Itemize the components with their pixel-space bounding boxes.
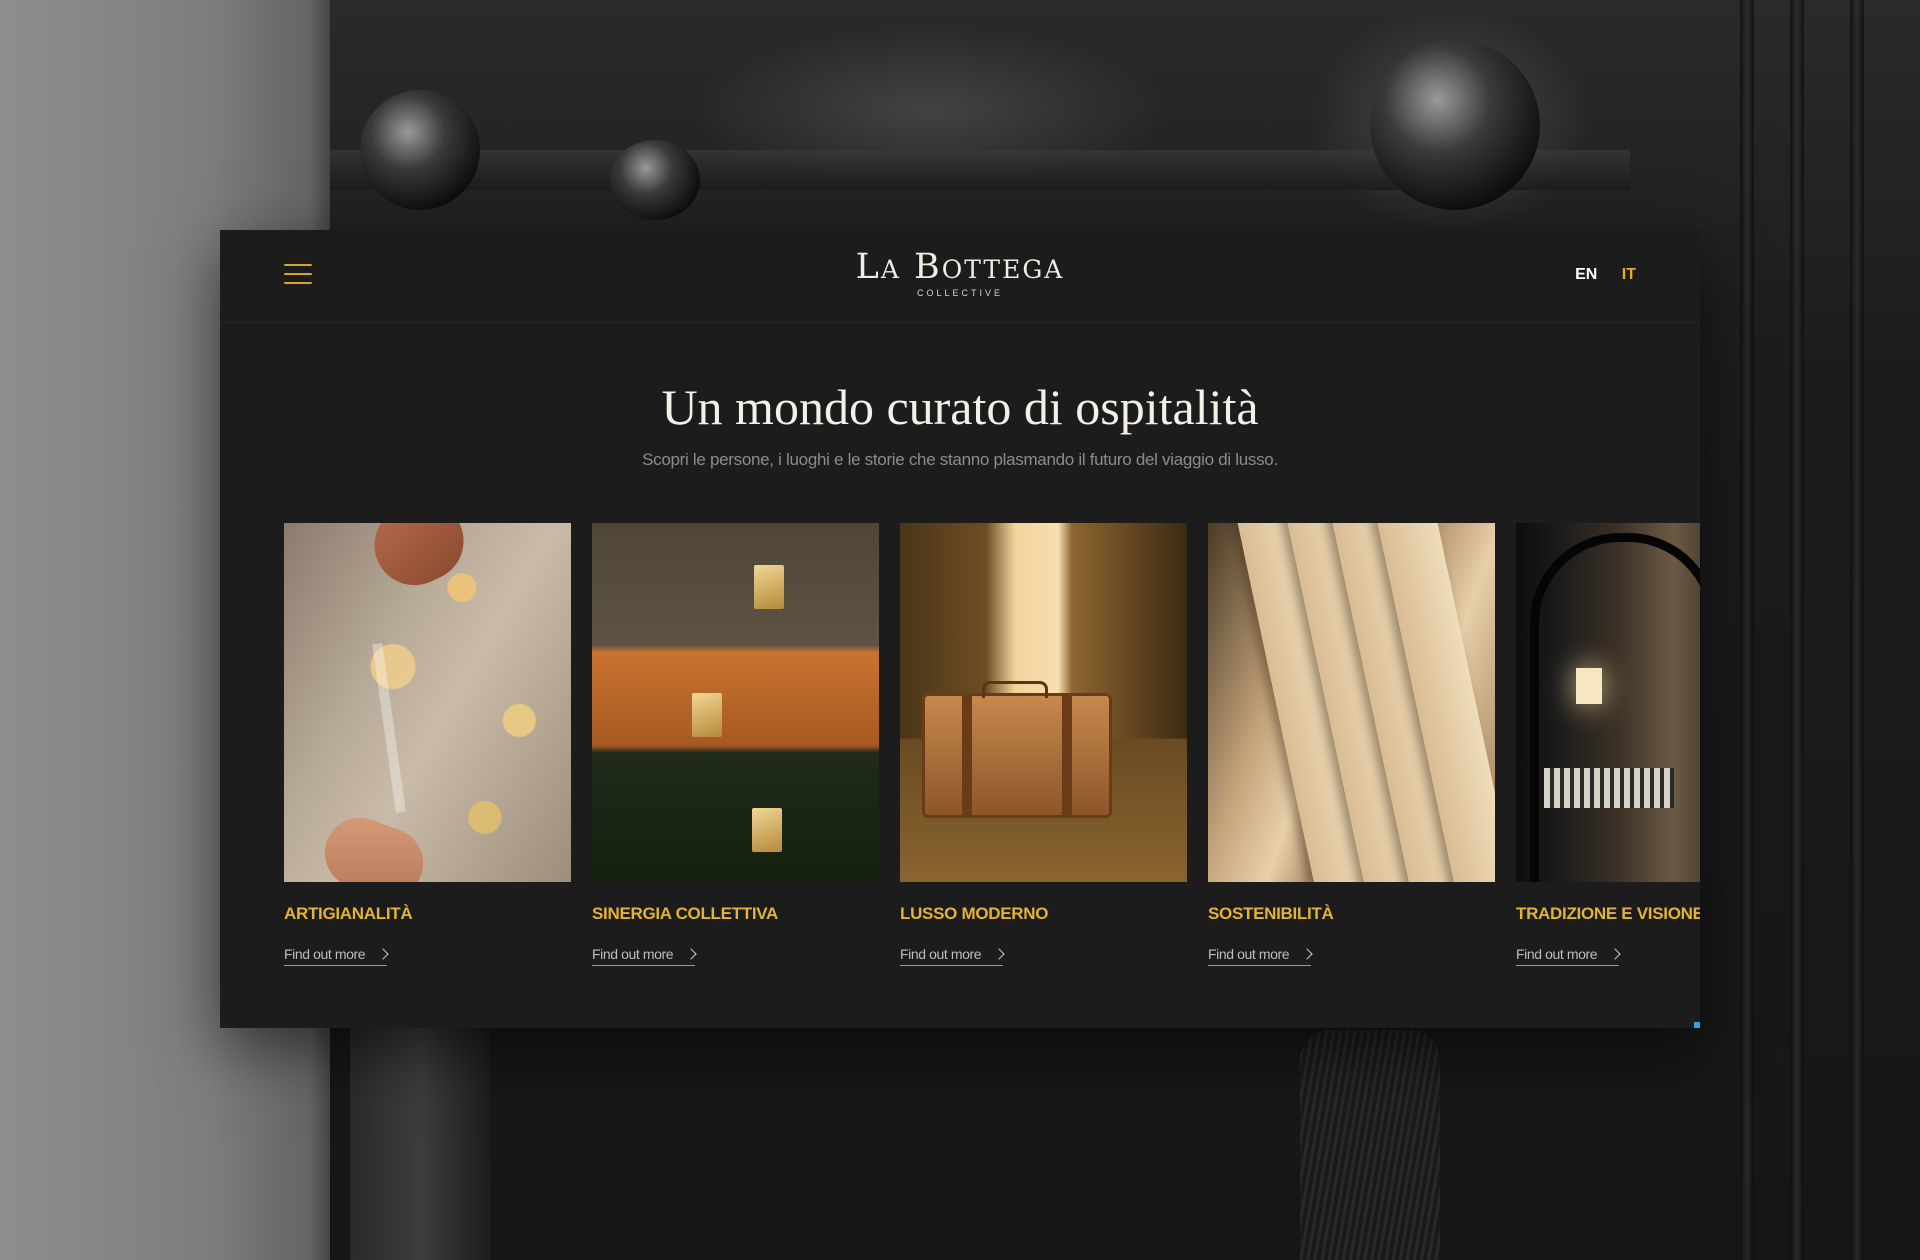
- card-image[interactable]: [900, 523, 1187, 882]
- find-out-more-link[interactable]: Find out more: [284, 946, 389, 966]
- card-image[interactable]: [592, 523, 879, 882]
- background-door-post: [350, 1020, 490, 1260]
- language-en[interactable]: EN: [1575, 266, 1597, 283]
- find-out-more-link[interactable]: Find out more: [592, 946, 697, 966]
- card-title: ARTIGIANALITÀ: [284, 904, 413, 923]
- chevron-right-icon: [993, 948, 1005, 960]
- card-title: SOSTENIBILITÀ: [1208, 904, 1334, 923]
- link-label: Find out more: [1208, 946, 1290, 962]
- background-curtain-fold: [1740, 0, 1754, 1260]
- card-sinergia-collettiva: SINERGIA COLLETTIVA Find out more: [592, 523, 879, 966]
- link-label: Find out more: [1516, 946, 1598, 962]
- card-title: SINERGIA COLLETTIVA: [592, 904, 779, 923]
- scrollbar-corner: [1694, 1022, 1700, 1028]
- card-title: LUSSO MODERNO: [900, 904, 1049, 923]
- background-knob: [1370, 40, 1540, 210]
- chevron-right-icon: [377, 948, 389, 960]
- link-label: Find out more: [900, 946, 982, 962]
- card-artigianalita: ARTIGIANALITÀ Find out more: [284, 523, 571, 966]
- site-logo[interactable]: La Bottega COLLECTIVE: [220, 248, 1700, 298]
- card-sostenibilita: SOSTENIBILITÀ Find out more: [1208, 523, 1495, 966]
- link-label: Find out more: [284, 946, 366, 962]
- card-image[interactable]: [284, 523, 571, 882]
- language-it[interactable]: IT: [1622, 266, 1636, 283]
- find-out-more-link[interactable]: Find out more: [1516, 946, 1621, 966]
- background-curtain-fold: [1850, 0, 1864, 1260]
- background-curtain-fold: [1790, 0, 1804, 1260]
- card-image[interactable]: [1516, 523, 1700, 882]
- logo-wordmark: La Bottega: [855, 247, 1065, 287]
- background-knob: [610, 140, 700, 220]
- card-image[interactable]: [1208, 523, 1495, 882]
- chevron-right-icon: [1609, 948, 1621, 960]
- card-tradizione-e-visione: TRADIZIONE E VISIONE Find out more: [1516, 523, 1700, 966]
- card-lusso-moderno: LUSSO MODERNO Find out more: [900, 523, 1187, 966]
- site-header: La Bottega COLLECTIVE EN IT: [220, 230, 1700, 323]
- find-out-more-link[interactable]: Find out more: [900, 946, 1005, 966]
- background-knob: [360, 90, 480, 210]
- chevron-right-icon: [1301, 948, 1313, 960]
- background-tassel: [1300, 1030, 1440, 1260]
- logo-subtitle: COLLECTIVE: [916, 288, 1004, 298]
- chevron-right-icon: [685, 948, 697, 960]
- language-switcher: EN IT: [1555, 266, 1636, 284]
- card-title: TRADIZIONE E VISIONE: [1516, 904, 1700, 923]
- card-carousel: ARTIGIANALITÀ Find out more SINERGIA COL…: [284, 523, 1700, 1003]
- website-window: La Bottega COLLECTIVE EN IT Un mondo cur…: [220, 230, 1700, 1028]
- find-out-more-link[interactable]: Find out more: [1208, 946, 1313, 966]
- page-title: Un mondo curato di ospitalità: [661, 379, 1259, 435]
- page-subtitle: Scopri le persone, i luoghi e le storie …: [642, 450, 1278, 469]
- link-label: Find out more: [592, 946, 674, 962]
